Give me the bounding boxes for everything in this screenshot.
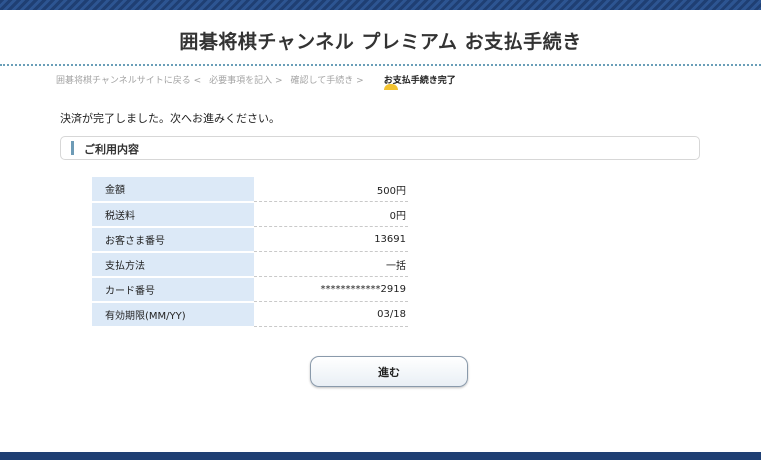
page-title: 囲碁将棋チャンネル プレミアム お支払手続き bbox=[179, 31, 582, 53]
row-value: ************2919 bbox=[254, 276, 408, 302]
top-decorative-bar bbox=[0, 0, 761, 10]
row-value: 0円 bbox=[254, 201, 408, 227]
payment-details-table: 金額 500円 税送料 0円 お客さま番号 13691 支払方法 一括 カード番… bbox=[92, 177, 408, 328]
row-value: 03/18 bbox=[254, 301, 408, 327]
table-row: 金額 500円 bbox=[92, 177, 408, 203]
step-enter-details: 必要事項を記入 > bbox=[209, 75, 283, 86]
table-row: 有効期限(MM/YY) 03/18 bbox=[92, 301, 408, 328]
row-value: 一括 bbox=[254, 251, 408, 277]
step-complete: お支払手続き完了 bbox=[383, 73, 456, 90]
step-confirm: 確認して手続き > bbox=[290, 75, 364, 86]
section-accent-bar bbox=[71, 141, 74, 155]
step-back-to-site[interactable]: 囲碁将棋チャンネルサイトに戻る < bbox=[56, 73, 201, 86]
row-label: 支払方法 bbox=[92, 251, 254, 278]
table-row: 税送料 0円 bbox=[92, 201, 408, 228]
table-row: お客さま番号 13691 bbox=[92, 226, 408, 253]
row-value: 500円 bbox=[254, 177, 408, 202]
row-value: 13691 bbox=[254, 226, 408, 252]
header-divider bbox=[0, 64, 761, 66]
table-row: カード番号 ************2919 bbox=[92, 276, 408, 303]
section-header: ご利用内容 bbox=[60, 136, 700, 160]
progress-steps: 囲碁将棋チャンネルサイトに戻る < 必要事項を記入 > 確認して手続き > お支… bbox=[56, 71, 464, 90]
section-title: ご利用内容 bbox=[84, 143, 139, 156]
completion-message: 決済が完了しました。次へお進みください。 bbox=[60, 112, 280, 125]
next-button[interactable]: 進む bbox=[310, 356, 468, 387]
current-step-marker-icon bbox=[383, 83, 398, 90]
row-label: お客さま番号 bbox=[92, 226, 254, 253]
row-label: 有効期限(MM/YY) bbox=[92, 301, 254, 328]
table-row: 支払方法 一括 bbox=[92, 251, 408, 278]
row-label: カード番号 bbox=[92, 276, 254, 303]
bottom-bar bbox=[0, 452, 761, 460]
row-label: 税送料 bbox=[92, 201, 254, 228]
row-label: 金額 bbox=[92, 177, 254, 203]
